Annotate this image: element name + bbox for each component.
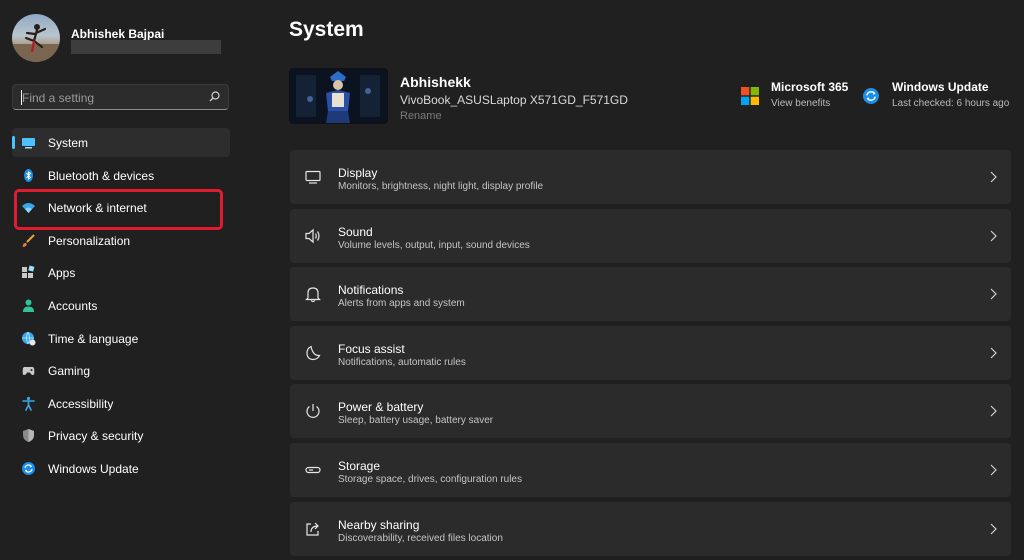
rename-link[interactable]: Rename — [400, 110, 442, 122]
card-title: Sound — [338, 224, 373, 239]
sidebar-item-label: Time & language — [48, 331, 139, 346]
system-icon — [22, 138, 35, 149]
user-profile[interactable]: Abhishek Bajpai — [12, 14, 237, 62]
sidebar-item-label: Privacy & security — [48, 429, 144, 444]
sidebar-item-label: Personalization — [48, 233, 131, 248]
card-subtitle: Discoverability, received files location — [338, 532, 503, 544]
power-icon — [306, 404, 320, 419]
globe-clock-icon — [22, 331, 36, 346]
quick-link-title: Windows Update — [892, 80, 989, 94]
sidebar-item-accounts[interactable]: Accounts — [12, 291, 230, 320]
sidebar-nav: System Bluetooth & devices Network & int… — [12, 128, 230, 487]
card-subtitle: Monitors, brightness, night light, displ… — [338, 181, 544, 192]
sidebar-item-privacy[interactable]: Privacy & security — [12, 421, 230, 450]
sidebar-item-personalization[interactable]: Personalization — [12, 226, 230, 255]
sidebar-item-bluetooth[interactable]: Bluetooth & devices — [12, 161, 230, 190]
sidebar-item-label: Gaming — [48, 364, 91, 379]
quick-link-subtitle: Last checked: 6 hours ago — [892, 98, 1010, 109]
user-name: Abhishek Bajpai — [71, 27, 165, 41]
user-email-redacted — [71, 40, 221, 54]
bell-icon — [305, 287, 321, 303]
brush-icon — [22, 234, 35, 247]
search-icon[interactable] — [209, 91, 220, 102]
sidebar-item-label: Apps — [48, 266, 76, 281]
selection-indicator — [12, 136, 15, 149]
chevron-right-icon — [990, 230, 997, 242]
gamepad-icon — [22, 367, 35, 376]
sidebar: Abhishek Bajpai System Bluetooth & devic… — [0, 0, 243, 536]
microsoft-logo-icon — [741, 87, 759, 105]
settings-card-notifications[interactable]: Notifications Alerts from apps and syste… — [290, 267, 1011, 322]
wifi-icon — [22, 203, 35, 214]
card-subtitle: Alerts from apps and system — [338, 298, 465, 310]
update-icon — [22, 461, 35, 475]
quick-link-title: Microsoft 365 — [771, 80, 849, 94]
device-name: Abhishekk — [400, 74, 471, 90]
settings-card-sound[interactable]: Sound Volume levels, output, input, soun… — [290, 208, 1011, 263]
chevron-right-icon — [990, 171, 997, 183]
sidebar-item-system[interactable]: System — [12, 128, 230, 157]
card-title: Display — [338, 166, 378, 180]
chevron-right-icon — [990, 405, 997, 417]
sidebar-item-label: Accessibility — [48, 396, 114, 411]
sidebar-item-label: Accounts — [48, 298, 98, 313]
chevron-right-icon — [990, 464, 997, 476]
monitor-icon — [305, 170, 321, 184]
card-title: Storage — [338, 458, 381, 473]
sidebar-item-network[interactable]: Network & internet — [12, 193, 230, 222]
card-subtitle: Storage space, drives, configuration rul… — [338, 473, 522, 485]
sidebar-item-windows-update[interactable]: Windows Update — [12, 454, 230, 483]
accessibility-icon — [22, 396, 35, 411]
card-title: Nearby sharing — [338, 517, 420, 532]
search-box[interactable] — [12, 84, 229, 110]
device-model: VivoBook_ASUSLaptop X571GD_F571GD — [400, 93, 628, 107]
sidebar-item-apps[interactable]: Apps — [12, 258, 230, 287]
text-caret — [21, 90, 22, 105]
page-title: System — [289, 18, 364, 41]
settings-card-list: Display Monitors, brightness, night ligh… — [290, 150, 1011, 560]
chevron-right-icon — [990, 523, 997, 534]
bluetooth-icon — [24, 168, 33, 182]
sidebar-item-label: Network & internet — [48, 201, 147, 216]
settings-card-display[interactable]: Display Monitors, brightness, night ligh… — [290, 150, 1011, 204]
sidebar-item-label: System — [48, 136, 89, 150]
moon-icon — [306, 345, 321, 360]
shield-icon — [23, 429, 34, 443]
card-title: Power & battery — [338, 400, 424, 415]
sidebar-item-accessibility[interactable]: Accessibility — [12, 389, 230, 418]
sidebar-item-gaming[interactable]: Gaming — [12, 356, 230, 385]
update-icon — [863, 88, 879, 104]
quick-link-subtitle: View benefits — [771, 98, 831, 109]
storage-icon — [305, 466, 321, 474]
card-subtitle: Volume levels, output, input, sound devi… — [338, 239, 530, 251]
card-title: Focus assist — [338, 341, 405, 356]
chevron-right-icon — [990, 347, 997, 359]
settings-card-focus-assist[interactable]: Focus assist Notifications, automatic ru… — [290, 325, 1011, 380]
share-icon — [306, 522, 319, 536]
settings-card-power-battery[interactable]: Power & battery Sleep, battery usage, ba… — [290, 384, 1011, 439]
settings-card-nearby-sharing[interactable]: Nearby sharing Discoverability, received… — [290, 501, 1011, 556]
person-icon — [23, 299, 34, 312]
speaker-icon — [305, 228, 320, 243]
windows-update-link[interactable]: Windows Update Last checked: 6 hours ago — [862, 80, 1012, 116]
card-subtitle: Notifications, automatic rules — [338, 356, 466, 368]
apps-icon — [22, 265, 35, 279]
search-input[interactable] — [20, 88, 204, 108]
chevron-right-icon — [990, 288, 997, 300]
card-subtitle: Sleep, battery usage, battery saver — [338, 415, 494, 427]
avatar[interactable] — [12, 14, 60, 62]
microsoft-365-link[interactable]: Microsoft 365 View benefits — [741, 80, 851, 116]
device-wallpaper-thumbnail — [289, 68, 388, 124]
sidebar-item-time-language[interactable]: Time & language — [12, 324, 230, 353]
sidebar-item-label: Windows Update — [48, 461, 139, 476]
settings-card-storage[interactable]: Storage Storage space, drives, configura… — [290, 442, 1011, 497]
card-title: Notifications — [338, 283, 404, 298]
sidebar-item-label: Bluetooth & devices — [48, 168, 155, 183]
